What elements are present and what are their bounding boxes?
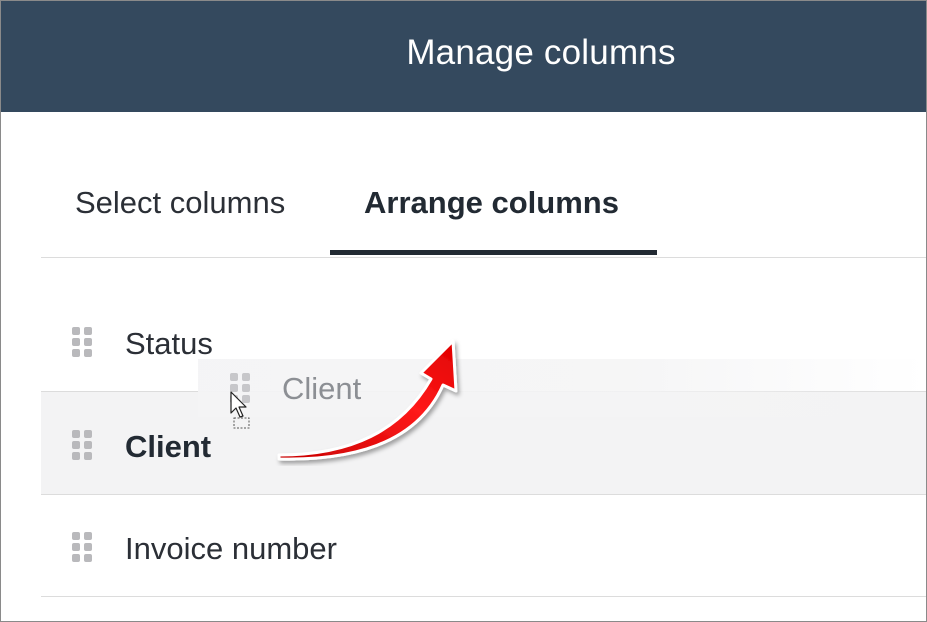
curved-arrow-icon (277, 339, 458, 461)
tab-bar: Select columns Arrange columns (41, 161, 926, 258)
tab-select-columns[interactable]: Select columns (75, 185, 285, 221)
drag-cursor-icon (230, 391, 250, 429)
drag-handle-icon[interactable] (72, 532, 94, 562)
column-row-invoice-number[interactable]: Invoice number (41, 495, 926, 597)
dialog-header: Manage columns (1, 1, 926, 112)
manage-columns-dialog: Manage columns Select columns Arrange co… (0, 0, 927, 622)
tab-arrange-columns[interactable]: Arrange columns (364, 185, 619, 221)
drag-handle-icon[interactable] (72, 430, 94, 460)
active-tab-indicator (330, 250, 657, 255)
dialog-title: Manage columns (406, 33, 676, 72)
column-label: Status (125, 326, 213, 361)
column-label: Invoice number (125, 531, 337, 566)
drag-handle-icon[interactable] (72, 327, 94, 357)
column-label: Client (125, 429, 212, 464)
